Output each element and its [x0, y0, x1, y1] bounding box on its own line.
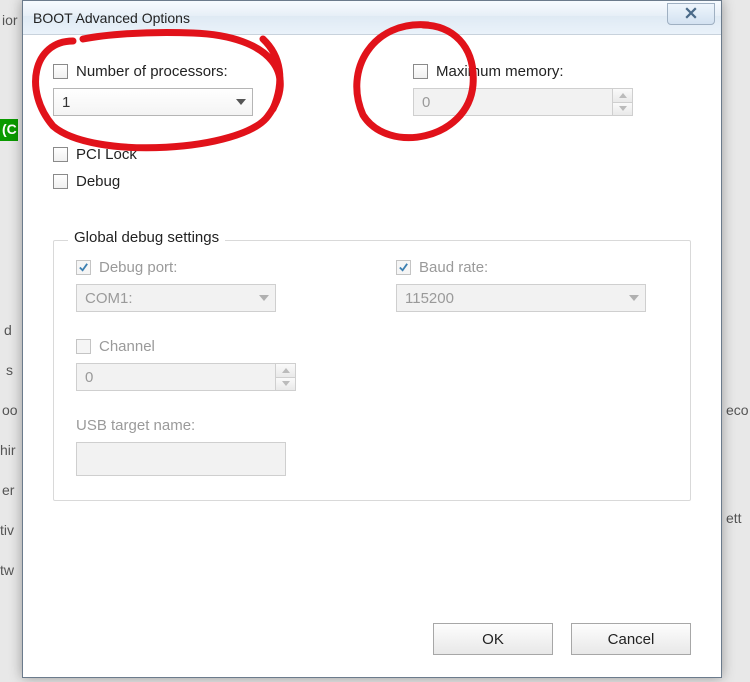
cancel-button[interactable]: Cancel: [571, 623, 691, 655]
bg-text: d: [4, 322, 12, 338]
spinner-buttons: [275, 364, 295, 390]
baud-rate-checkbox: [396, 260, 411, 275]
spinner-down-button: [276, 378, 295, 391]
channel-label: Channel: [99, 338, 155, 355]
num-processors-checkbox[interactable]: [53, 64, 68, 79]
cancel-button-label: Cancel: [608, 631, 655, 648]
bg-text: tiv: [0, 522, 14, 538]
debug-port-dropdown: COM1:: [76, 284, 276, 312]
ok-button-label: OK: [482, 631, 504, 648]
global-debug-group: Global debug settings Debug port: COM1:: [53, 240, 691, 501]
bg-text: eco: [726, 402, 749, 418]
debug-port-value: COM1:: [85, 290, 133, 307]
spinner-buttons: [612, 89, 632, 115]
pci-lock-label: PCI Lock: [76, 146, 137, 163]
close-button[interactable]: [667, 3, 715, 25]
max-memory-value: 0: [422, 94, 430, 111]
bg-text: er: [2, 482, 14, 498]
usb-target-input: [76, 442, 286, 476]
chevron-down-icon: [282, 381, 290, 386]
max-memory-label: Maximum memory:: [436, 63, 564, 80]
max-memory-checkbox[interactable]: [413, 64, 428, 79]
debug-port-label: Debug port:: [99, 259, 177, 276]
ok-button[interactable]: OK: [433, 623, 553, 655]
channel-value: 0: [85, 369, 93, 386]
spinner-up-button[interactable]: [613, 89, 632, 103]
debug-checkbox[interactable]: [53, 174, 68, 189]
dialog-body: Number of processors: 1 Maximum memory: …: [23, 35, 721, 677]
dialog-window: BOOT Advanced Options Number of processo…: [22, 0, 722, 678]
num-processors-value: 1: [62, 94, 70, 111]
channel-checkbox: [76, 339, 91, 354]
bg-text: ett: [726, 510, 742, 526]
num-processors-label: Number of processors:: [76, 63, 228, 80]
bg-text: tw: [0, 562, 14, 578]
channel-spinner: 0: [76, 363, 296, 391]
bg-text: oo: [2, 402, 18, 418]
debug-port-checkbox: [76, 260, 91, 275]
close-icon: [685, 6, 697, 23]
chevron-down-icon: [236, 99, 246, 105]
chevron-up-icon: [282, 368, 290, 373]
group-title: Global debug settings: [68, 229, 225, 246]
max-memory-spinner[interactable]: 0: [413, 88, 633, 116]
debug-label: Debug: [76, 173, 120, 190]
baud-rate-dropdown: 115200: [396, 284, 646, 312]
baud-rate-value: 115200: [405, 290, 454, 307]
titlebar[interactable]: BOOT Advanced Options: [23, 1, 721, 35]
bg-text: ior: [2, 12, 18, 28]
chevron-down-icon: [629, 295, 639, 301]
pci-lock-checkbox[interactable]: [53, 147, 68, 162]
baud-rate-label: Baud rate:: [419, 259, 488, 276]
num-processors-dropdown[interactable]: 1: [53, 88, 253, 116]
spinner-up-button: [276, 364, 295, 378]
window-title: BOOT Advanced Options: [33, 10, 190, 26]
bg-text: (C: [2, 121, 17, 137]
bg-text: hir: [0, 442, 16, 458]
bg-text: s: [6, 362, 13, 378]
spinner-down-button[interactable]: [613, 103, 632, 116]
usb-target-label: USB target name:: [76, 417, 346, 434]
chevron-down-icon: [259, 295, 269, 301]
chevron-down-icon: [619, 106, 627, 111]
chevron-up-icon: [619, 93, 627, 98]
